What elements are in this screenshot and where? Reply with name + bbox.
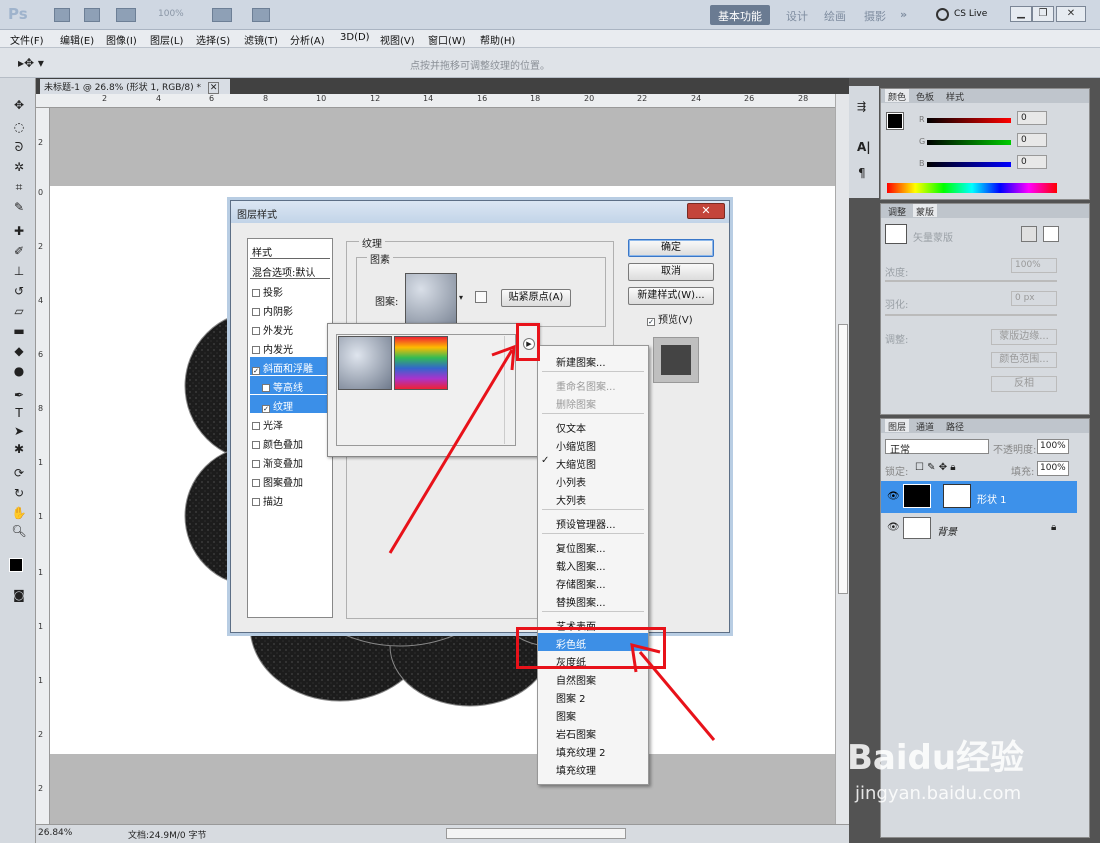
watermark-brand: Baidu经验: [847, 738, 1025, 778]
checkmark-icon: ✓: [541, 455, 550, 466]
watermark: Baidu经验 jingyan.baidu.com: [845, 730, 1095, 830]
watermark-url: jingyan.baidu.com: [855, 783, 1022, 804]
annotation-arrows: [388, 344, 716, 741]
